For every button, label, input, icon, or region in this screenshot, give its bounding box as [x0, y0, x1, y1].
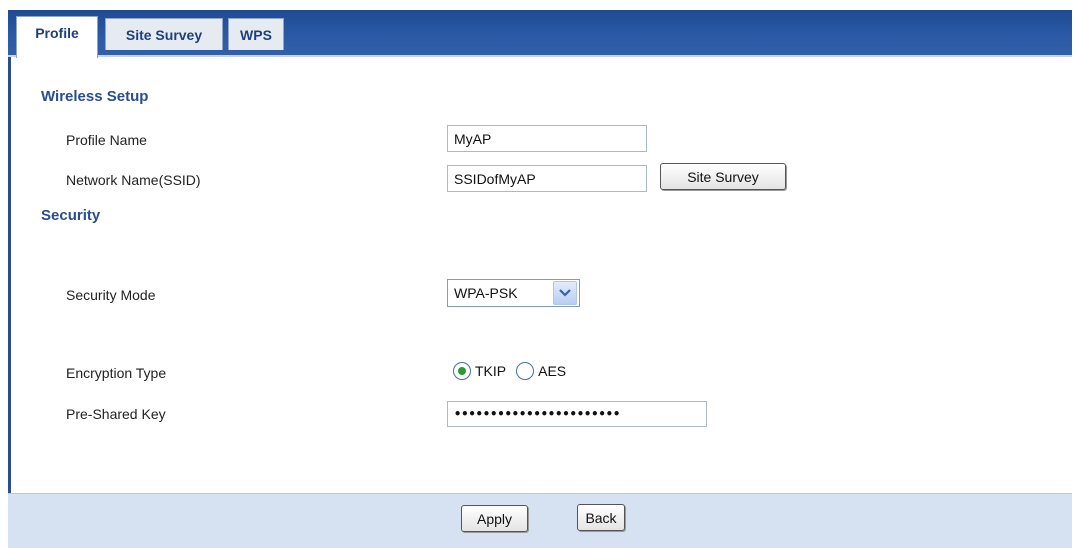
tkip-radio[interactable]: [453, 362, 471, 380]
tab-site-survey[interactable]: Site Survey: [105, 18, 223, 50]
chevron-down-icon[interactable]: [553, 281, 577, 305]
apply-button[interactable]: Apply: [461, 505, 528, 532]
tab-profile[interactable]: Profile: [16, 16, 98, 58]
encryption-type-radio-group: TKIP AES: [453, 362, 576, 380]
tab-bar: Profile Site Survey WPS: [8, 10, 1072, 58]
site-survey-button[interactable]: Site Survey: [660, 163, 786, 190]
radio-selected-dot: [458, 367, 466, 375]
profile-page: Profile Site Survey WPS Wireless Setup P…: [0, 0, 1074, 548]
tkip-label: TKIP: [475, 363, 507, 379]
security-mode-value: WPA-PSK: [454, 285, 518, 301]
psk-label: Pre-Shared Key: [66, 406, 166, 422]
ssid-input[interactable]: SSIDofMyAP: [447, 165, 647, 192]
pre-shared-key-input[interactable]: •••••••••••••••••••••••: [447, 401, 707, 427]
security-mode-select[interactable]: WPA-PSK: [447, 279, 580, 307]
left-border: [8, 10, 11, 548]
profile-name-label: Profile Name: [66, 132, 147, 148]
aes-label: AES: [538, 363, 567, 379]
profile-name-input[interactable]: MyAP: [447, 125, 647, 152]
aes-radio[interactable]: [516, 362, 535, 380]
security-heading: Security: [41, 207, 101, 224]
security-mode-label: Security Mode: [66, 287, 156, 303]
wireless-setup-heading: Wireless Setup: [41, 88, 149, 105]
encryption-type-label: Encryption Type: [66, 365, 167, 381]
back-button[interactable]: Back: [577, 504, 625, 531]
ssid-label: Network Name(SSID): [66, 172, 201, 188]
tab-wps[interactable]: WPS: [228, 18, 284, 50]
footer-bar: Apply Back: [8, 493, 1072, 548]
